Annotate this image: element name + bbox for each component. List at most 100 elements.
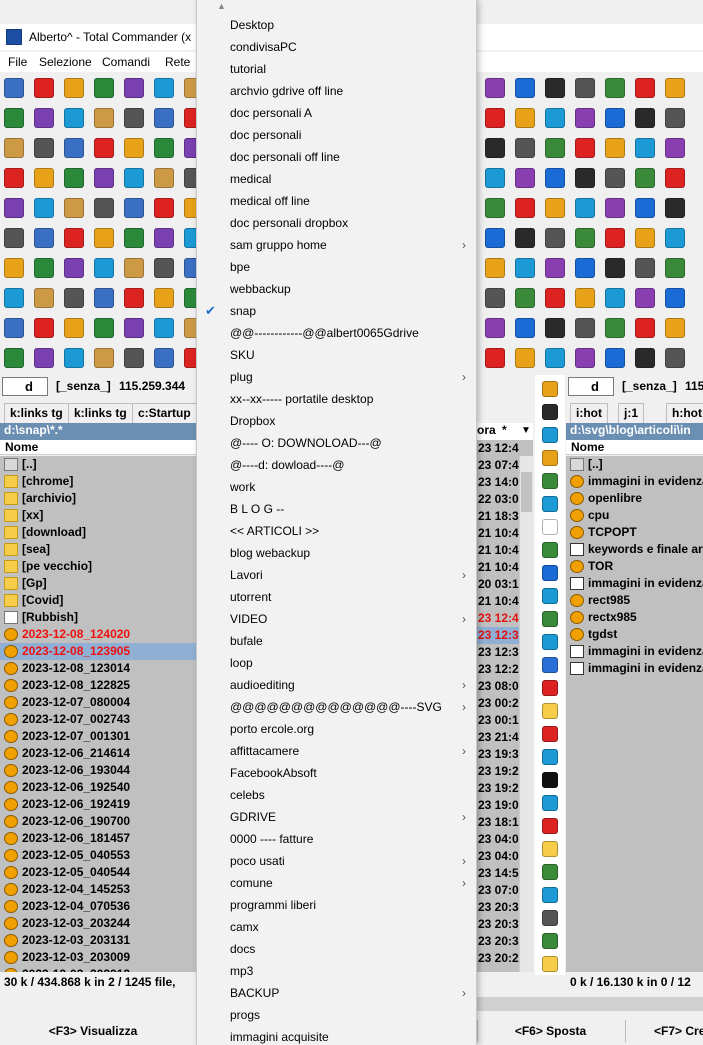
toolbar-icon[interactable]: [515, 138, 535, 158]
menu-comandi[interactable]: Comandi: [102, 55, 150, 69]
toolbar-icon[interactable]: [515, 198, 535, 218]
menu-item[interactable]: Dropbox: [197, 410, 476, 432]
toolbar-icon[interactable]: [124, 168, 144, 188]
command-line-area[interactable]: [477, 997, 703, 1011]
toolbar-icon[interactable]: [64, 168, 84, 188]
toolbar-icon[interactable]: [4, 228, 24, 248]
toolbar-icon[interactable]: [605, 348, 625, 368]
toolbar-icon[interactable]: [64, 78, 84, 98]
file-list-row[interactable]: 2023-12-06_190700: [0, 813, 196, 830]
menu-item[interactable]: B L O G --: [197, 498, 476, 520]
toolbar-icon[interactable]: [64, 318, 84, 338]
file-list-row[interactable]: [xx]: [0, 507, 196, 524]
menu-item[interactable]: @----d: dowload----@: [197, 454, 476, 476]
toolbar-icon[interactable]: [545, 318, 565, 338]
toolbar-icon[interactable]: [4, 168, 24, 188]
toolbar-icon[interactable]: [605, 78, 625, 98]
menu-item[interactable]: doc personali: [197, 124, 476, 146]
toolbar-icon[interactable]: [34, 78, 54, 98]
menu-item[interactable]: doc personali A: [197, 102, 476, 124]
file-list-row[interactable]: TCPOPT: [566, 524, 703, 541]
toolbar-icon[interactable]: [485, 258, 505, 278]
sidebar-button-icon[interactable]: [542, 795, 558, 811]
sidebar-button-icon[interactable]: [542, 749, 558, 765]
toolbar-icon[interactable]: [4, 198, 24, 218]
toolbar-icon[interactable]: [665, 318, 685, 338]
toolbar-icon[interactable]: [94, 108, 114, 128]
sidebar-button-icon[interactable]: [542, 404, 558, 420]
toolbar-icon[interactable]: [485, 168, 505, 188]
toolbar-icon[interactable]: [154, 78, 174, 98]
file-list-row[interactable]: rect985: [566, 592, 703, 609]
toolbar-icon[interactable]: [124, 78, 144, 98]
toolbar-icon[interactable]: [575, 318, 595, 338]
file-list-row[interactable]: tgdst: [566, 626, 703, 643]
file-list-row[interactable]: 2023-12-07_002743: [0, 711, 196, 728]
toolbar-icon[interactable]: [635, 228, 655, 248]
menu-item[interactable]: @@@@@@@@@@@@@@----SVG ›: [197, 696, 476, 718]
file-list-row[interactable]: [sea]: [0, 541, 196, 558]
file-list-row[interactable]: 2023-12-03_203244: [0, 915, 196, 932]
toolbar-icon[interactable]: [124, 228, 144, 248]
sidebar-button-icon[interactable]: [542, 864, 558, 880]
menu-item[interactable]: bufale: [197, 630, 476, 652]
menu-item[interactable]: programmi liberi: [197, 894, 476, 916]
toolbar-icon[interactable]: [64, 348, 84, 368]
toolbar-icon[interactable]: [94, 288, 114, 308]
left-tab[interactable]: c:Startup: [132, 403, 197, 423]
toolbar-icon[interactable]: [94, 228, 114, 248]
toolbar-icon[interactable]: [515, 348, 535, 368]
sidebar-button-icon[interactable]: [542, 450, 558, 466]
toolbar-icon[interactable]: [34, 318, 54, 338]
menu-item[interactable]: doc personali dropbox: [197, 212, 476, 234]
menu-item[interactable]: SKU: [197, 344, 476, 366]
toolbar-icon[interactable]: [64, 138, 84, 158]
sidebar-button-icon[interactable]: [542, 933, 558, 949]
menu-item[interactable]: blog webackup: [197, 542, 476, 564]
column-header-date[interactable]: ora * ▼: [477, 423, 533, 440]
menu-item[interactable]: Lavori ›: [197, 564, 476, 586]
toolbar-icon[interactable]: [635, 258, 655, 278]
sidebar-button-icon[interactable]: [542, 910, 558, 926]
toolbar-icon[interactable]: [34, 348, 54, 368]
toolbar-icon[interactable]: [4, 138, 24, 158]
toolbar-icon[interactable]: [635, 198, 655, 218]
f6-move-button[interactable]: <F6> Sposta: [477, 1020, 623, 1042]
toolbar-icon[interactable]: [64, 288, 84, 308]
sidebar-button-icon[interactable]: [542, 657, 558, 673]
vertical-scrollbar[interactable]: [519, 456, 533, 972]
f3-view-button[interactable]: <F3> Visualizza: [0, 1020, 186, 1042]
toolbar-icon[interactable]: [515, 78, 535, 98]
right-path-bar[interactable]: d:\svg\blog\articoli\in: [566, 423, 703, 440]
sidebar-button-icon[interactable]: [542, 496, 558, 512]
sidebar-button-icon[interactable]: [542, 381, 558, 397]
sidebar-button-icon[interactable]: [542, 611, 558, 627]
menu-item[interactable]: FacebookAbsoft: [197, 762, 476, 784]
file-list-row[interactable]: 2023-12-03_202912: [0, 966, 196, 972]
toolbar-icon[interactable]: [575, 288, 595, 308]
menu-item[interactable]: bpe: [197, 256, 476, 278]
file-list-row[interactable]: 2023-12-08_122825: [0, 677, 196, 694]
left-tab[interactable]: k:links tg: [4, 403, 69, 423]
toolbar-icon[interactable]: [665, 228, 685, 248]
file-list-row[interactable]: [..]: [0, 456, 196, 473]
toolbar-icon[interactable]: [605, 198, 625, 218]
file-list-row[interactable]: immagini in evidenza: [566, 660, 703, 677]
toolbar-icon[interactable]: [485, 318, 505, 338]
toolbar-icon[interactable]: [545, 228, 565, 248]
toolbar-icon[interactable]: [34, 138, 54, 158]
toolbar-icon[interactable]: [154, 198, 174, 218]
menu-item[interactable]: GDRIVE ›: [197, 806, 476, 828]
file-list-row[interactable]: [Gp]: [0, 575, 196, 592]
toolbar-icon[interactable]: [34, 228, 54, 248]
right-tab[interactable]: j:1: [618, 403, 645, 423]
toolbar-icon[interactable]: [665, 78, 685, 98]
toolbar-icon[interactable]: [64, 108, 84, 128]
toolbar-icon[interactable]: [34, 258, 54, 278]
menu-item[interactable]: immagini acquisite: [197, 1026, 476, 1045]
file-list-row[interactable]: 2023-12-04_070536: [0, 898, 196, 915]
menu-item[interactable]: loop: [197, 652, 476, 674]
toolbar-icon[interactable]: [64, 198, 84, 218]
f7-mkdir-button[interactable]: <F7> Cre: [625, 1020, 703, 1042]
menu-selezione[interactable]: Selezione: [39, 55, 92, 69]
